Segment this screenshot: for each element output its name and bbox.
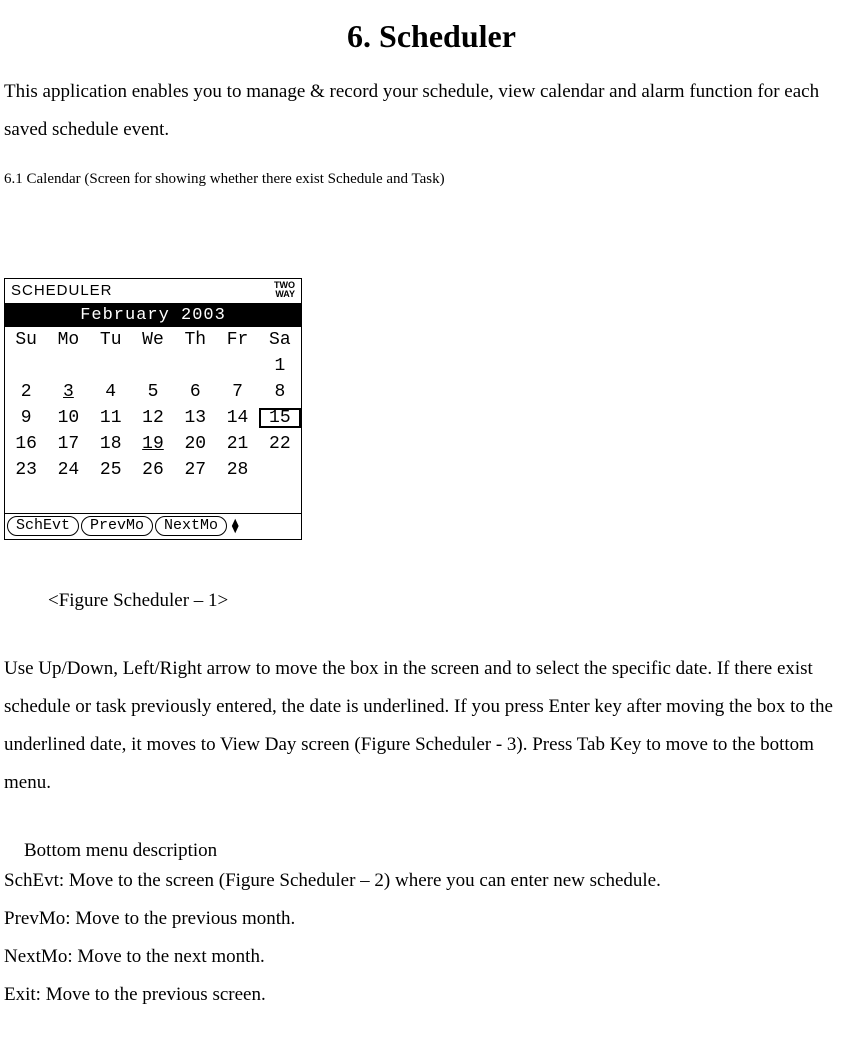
app-title: SCHEDULER [11,282,113,299]
bottom-menu-item: PrevMo: Move to the previous month. [4,900,859,938]
day-header: Th [174,327,216,353]
device-bottombar: SchEvt PrevMo NextMo ⧫ [5,513,301,539]
calendar-cell[interactable]: 1 [259,353,301,379]
month-label: February 2003 [5,304,301,327]
softkey-schevt[interactable]: SchEvt [7,516,79,536]
calendar-cell[interactable] [259,457,301,483]
calendar-cell[interactable]: 22 [259,431,301,457]
calendar-cell[interactable]: 24 [47,457,89,483]
day-header: Tu [90,327,132,353]
day-header: Sa [259,327,301,353]
calendar-cell[interactable]: 26 [132,457,174,483]
calendar-cell[interactable]: 17 [47,431,89,457]
calendar-cell[interactable]: 2 [5,379,47,405]
calendar-cell[interactable]: 12 [132,405,174,431]
day-header: We [132,327,174,353]
day-header: Mo [47,327,89,353]
calendar-cell[interactable] [47,353,89,379]
bottom-menu-list: SchEvt: Move to the screen (Figure Sched… [4,862,859,1014]
calendar-cell[interactable]: 18 [90,431,132,457]
calendar-cell[interactable]: 25 [90,457,132,483]
calendar-cell[interactable]: 23 [5,457,47,483]
calendar-cell[interactable]: 5 [132,379,174,405]
device-titlebar: SCHEDULER TWO WAY [5,279,301,304]
bottom-menu-heading: Bottom menu description [24,840,859,862]
calendar-cell[interactable]: 28 [216,457,258,483]
calendar-cell[interactable] [216,353,258,379]
bottom-menu-item: SchEvt: Move to the screen (Figure Sched… [4,862,859,900]
figure-caption: <Figure Scheduler – 1> [48,590,859,612]
section-heading: 6.1 Calendar (Screen for showing whether… [4,171,859,188]
day-header: Fr [216,327,258,353]
more-icon[interactable]: ⧫ [231,518,239,535]
calendar-cell[interactable]: 11 [90,405,132,431]
calendar-cell[interactable]: 3 [47,379,89,405]
calendar-cell[interactable]: 8 [259,379,301,405]
calendar-grid: Su Mo Tu We Th Fr Sa 1234567891011121314… [5,327,301,483]
calendar-cell[interactable]: 6 [174,379,216,405]
bottom-menu-item: NextMo: Move to the next month. [4,938,859,976]
calendar-cell[interactable] [132,353,174,379]
calendar-cell[interactable] [90,353,132,379]
calendar-cell[interactable]: 4 [90,379,132,405]
calendar-cell[interactable]: 14 [216,405,258,431]
status-indicator: TWO WAY [274,281,295,299]
calendar-cell[interactable]: 19 [132,431,174,457]
day-header: Su [5,327,47,353]
bottom-menu-item: Exit: Move to the previous screen. [4,976,859,1014]
intro-paragraph: This application enables you to manage &… [4,73,859,149]
softkey-prevmo[interactable]: PrevMo [81,516,153,536]
calendar-cell[interactable] [5,353,47,379]
calendar-cell[interactable]: 10 [47,405,89,431]
calendar-cell[interactable]: 27 [174,457,216,483]
calendar-cell[interactable]: 13 [174,405,216,431]
instructions: Use Up/Down, Left/Right arrow to move th… [4,650,859,802]
calendar-cell[interactable]: 7 [216,379,258,405]
device-screenshot: SCHEDULER TWO WAY February 2003 Su Mo Tu… [4,278,302,540]
calendar-cell[interactable] [174,353,216,379]
calendar-cell[interactable]: 20 [174,431,216,457]
calendar-cell[interactable]: 9 [5,405,47,431]
calendar-cell[interactable]: 16 [5,431,47,457]
calendar-cell[interactable]: 15 [259,405,301,431]
calendar-cell[interactable]: 21 [216,431,258,457]
softkey-nextmo[interactable]: NextMo [155,516,227,536]
page-title: 6. Scheduler [0,18,863,55]
